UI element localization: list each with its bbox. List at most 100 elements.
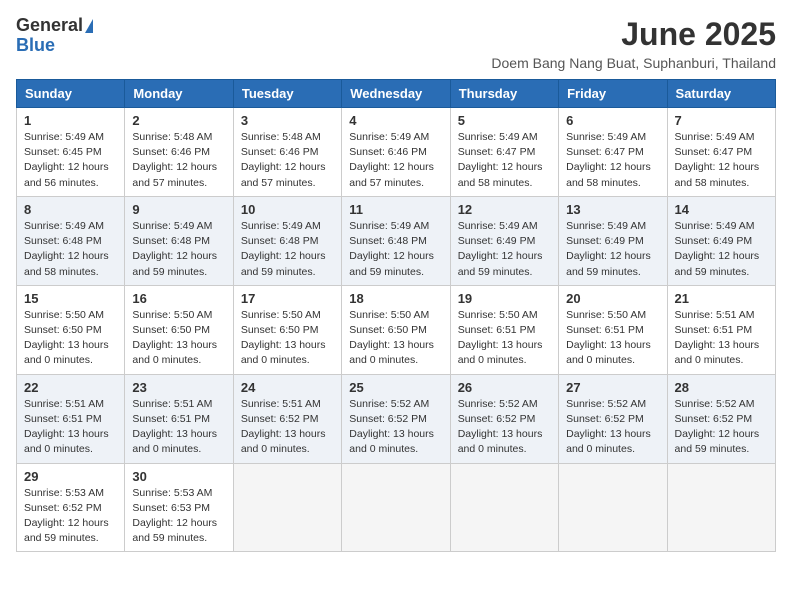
calendar-table: SundayMondayTuesdayWednesdayThursdayFrid…: [16, 79, 776, 552]
daylight-label: Daylight: 12 hours and 59 minutes.: [132, 250, 217, 277]
calendar-day-cell: 17 Sunrise: 5:50 AM Sunset: 6:50 PM Dayl…: [233, 285, 341, 374]
day-number: 23: [132, 380, 225, 395]
logo-general-text: General: [16, 16, 83, 36]
sunrise-label: Sunrise: 5:48 AM: [241, 131, 321, 143]
calendar-day-cell: 21 Sunrise: 5:51 AM Sunset: 6:51 PM Dayl…: [667, 285, 775, 374]
sunrise-label: Sunrise: 5:49 AM: [675, 220, 755, 232]
daylight-label: Daylight: 12 hours and 59 minutes.: [675, 428, 760, 455]
sunrise-label: Sunrise: 5:49 AM: [24, 220, 104, 232]
sunrise-label: Sunrise: 5:49 AM: [675, 131, 755, 143]
daylight-label: Daylight: 12 hours and 56 minutes.: [24, 161, 109, 188]
sunset-label: Sunset: 6:46 PM: [349, 146, 427, 158]
daylight-label: Daylight: 12 hours and 58 minutes.: [458, 161, 543, 188]
calendar-day-cell: 9 Sunrise: 5:49 AM Sunset: 6:48 PM Dayli…: [125, 196, 233, 285]
day-info: Sunrise: 5:52 AM Sunset: 6:52 PM Dayligh…: [675, 397, 768, 458]
calendar-day-cell: 14 Sunrise: 5:49 AM Sunset: 6:49 PM Dayl…: [667, 196, 775, 285]
day-info: Sunrise: 5:49 AM Sunset: 6:48 PM Dayligh…: [241, 219, 334, 280]
calendar-day-cell: 23 Sunrise: 5:51 AM Sunset: 6:51 PM Dayl…: [125, 374, 233, 463]
day-info: Sunrise: 5:49 AM Sunset: 6:49 PM Dayligh…: [566, 219, 659, 280]
day-number: 17: [241, 291, 334, 306]
sunrise-label: Sunrise: 5:49 AM: [566, 220, 646, 232]
day-number: 2: [132, 113, 225, 128]
day-number: 4: [349, 113, 442, 128]
day-number: 15: [24, 291, 117, 306]
day-info: Sunrise: 5:49 AM Sunset: 6:47 PM Dayligh…: [566, 130, 659, 191]
daylight-label: Daylight: 12 hours and 59 minutes.: [349, 250, 434, 277]
sunrise-label: Sunrise: 5:52 AM: [566, 398, 646, 410]
sunrise-label: Sunrise: 5:51 AM: [132, 398, 212, 410]
day-info: Sunrise: 5:52 AM Sunset: 6:52 PM Dayligh…: [458, 397, 551, 458]
calendar-header-sunday: Sunday: [17, 80, 125, 108]
daylight-label: Daylight: 13 hours and 0 minutes.: [241, 428, 326, 455]
day-info: Sunrise: 5:52 AM Sunset: 6:52 PM Dayligh…: [566, 397, 659, 458]
calendar-week-row: 15 Sunrise: 5:50 AM Sunset: 6:50 PM Dayl…: [17, 285, 776, 374]
sunset-label: Sunset: 6:49 PM: [458, 235, 536, 247]
sunset-label: Sunset: 6:48 PM: [132, 235, 210, 247]
day-info: Sunrise: 5:50 AM Sunset: 6:50 PM Dayligh…: [349, 308, 442, 369]
sunrise-label: Sunrise: 5:52 AM: [675, 398, 755, 410]
day-number: 16: [132, 291, 225, 306]
calendar-day-cell: 5 Sunrise: 5:49 AM Sunset: 6:47 PM Dayli…: [450, 108, 558, 197]
sunset-label: Sunset: 6:45 PM: [24, 146, 102, 158]
day-number: 12: [458, 202, 551, 217]
day-info: Sunrise: 5:49 AM Sunset: 6:48 PM Dayligh…: [132, 219, 225, 280]
sunset-label: Sunset: 6:52 PM: [24, 502, 102, 514]
sunset-label: Sunset: 6:51 PM: [458, 324, 536, 336]
sunrise-label: Sunrise: 5:50 AM: [24, 309, 104, 321]
day-number: 6: [566, 113, 659, 128]
daylight-label: Daylight: 13 hours and 0 minutes.: [349, 428, 434, 455]
sunrise-label: Sunrise: 5:50 AM: [566, 309, 646, 321]
calendar-day-cell: 4 Sunrise: 5:49 AM Sunset: 6:46 PM Dayli…: [342, 108, 450, 197]
calendar-day-cell: 16 Sunrise: 5:50 AM Sunset: 6:50 PM Dayl…: [125, 285, 233, 374]
day-number: 13: [566, 202, 659, 217]
calendar-day-cell: [667, 463, 775, 552]
day-info: Sunrise: 5:50 AM Sunset: 6:51 PM Dayligh…: [458, 308, 551, 369]
daylight-label: Daylight: 13 hours and 0 minutes.: [132, 428, 217, 455]
calendar-header-friday: Friday: [559, 80, 667, 108]
daylight-label: Daylight: 12 hours and 57 minutes.: [132, 161, 217, 188]
sunrise-label: Sunrise: 5:50 AM: [132, 309, 212, 321]
calendar-week-row: 1 Sunrise: 5:49 AM Sunset: 6:45 PM Dayli…: [17, 108, 776, 197]
sunrise-label: Sunrise: 5:53 AM: [24, 487, 104, 499]
sunrise-label: Sunrise: 5:49 AM: [458, 131, 538, 143]
daylight-label: Daylight: 13 hours and 0 minutes.: [24, 428, 109, 455]
daylight-label: Daylight: 12 hours and 58 minutes.: [566, 161, 651, 188]
calendar-header-saturday: Saturday: [667, 80, 775, 108]
calendar-day-cell: 20 Sunrise: 5:50 AM Sunset: 6:51 PM Dayl…: [559, 285, 667, 374]
day-number: 8: [24, 202, 117, 217]
day-info: Sunrise: 5:49 AM Sunset: 6:49 PM Dayligh…: [458, 219, 551, 280]
sunrise-label: Sunrise: 5:49 AM: [458, 220, 538, 232]
sunrise-label: Sunrise: 5:49 AM: [349, 131, 429, 143]
sunset-label: Sunset: 6:52 PM: [349, 413, 427, 425]
daylight-label: Daylight: 13 hours and 0 minutes.: [132, 339, 217, 366]
day-number: 27: [566, 380, 659, 395]
day-number: 22: [24, 380, 117, 395]
sunrise-label: Sunrise: 5:49 AM: [566, 131, 646, 143]
day-info: Sunrise: 5:50 AM Sunset: 6:51 PM Dayligh…: [566, 308, 659, 369]
calendar-day-cell: 29 Sunrise: 5:53 AM Sunset: 6:52 PM Dayl…: [17, 463, 125, 552]
day-number: 9: [132, 202, 225, 217]
calendar-header-tuesday: Tuesday: [233, 80, 341, 108]
daylight-label: Daylight: 12 hours and 59 minutes.: [132, 517, 217, 544]
sunset-label: Sunset: 6:51 PM: [566, 324, 644, 336]
calendar-day-cell: 22 Sunrise: 5:51 AM Sunset: 6:51 PM Dayl…: [17, 374, 125, 463]
calendar-week-row: 8 Sunrise: 5:49 AM Sunset: 6:48 PM Dayli…: [17, 196, 776, 285]
day-number: 30: [132, 469, 225, 484]
sunrise-label: Sunrise: 5:51 AM: [675, 309, 755, 321]
calendar-header-monday: Monday: [125, 80, 233, 108]
sunrise-label: Sunrise: 5:49 AM: [24, 131, 104, 143]
calendar-day-cell: 11 Sunrise: 5:49 AM Sunset: 6:48 PM Dayl…: [342, 196, 450, 285]
day-info: Sunrise: 5:49 AM Sunset: 6:45 PM Dayligh…: [24, 130, 117, 191]
day-info: Sunrise: 5:49 AM Sunset: 6:48 PM Dayligh…: [349, 219, 442, 280]
daylight-label: Daylight: 13 hours and 0 minutes.: [566, 339, 651, 366]
logo-blue-text: Blue: [16, 36, 55, 56]
title-area: June 2025 Doem Bang Nang Buat, Suphanbur…: [491, 16, 776, 71]
sunrise-label: Sunrise: 5:53 AM: [132, 487, 212, 499]
daylight-label: Daylight: 12 hours and 58 minutes.: [24, 250, 109, 277]
calendar-week-row: 22 Sunrise: 5:51 AM Sunset: 6:51 PM Dayl…: [17, 374, 776, 463]
calendar-day-cell: 27 Sunrise: 5:52 AM Sunset: 6:52 PM Dayl…: [559, 374, 667, 463]
calendar-day-cell: 2 Sunrise: 5:48 AM Sunset: 6:46 PM Dayli…: [125, 108, 233, 197]
day-info: Sunrise: 5:49 AM Sunset: 6:49 PM Dayligh…: [675, 219, 768, 280]
calendar-day-cell: 19 Sunrise: 5:50 AM Sunset: 6:51 PM Dayl…: [450, 285, 558, 374]
day-info: Sunrise: 5:53 AM Sunset: 6:52 PM Dayligh…: [24, 486, 117, 547]
